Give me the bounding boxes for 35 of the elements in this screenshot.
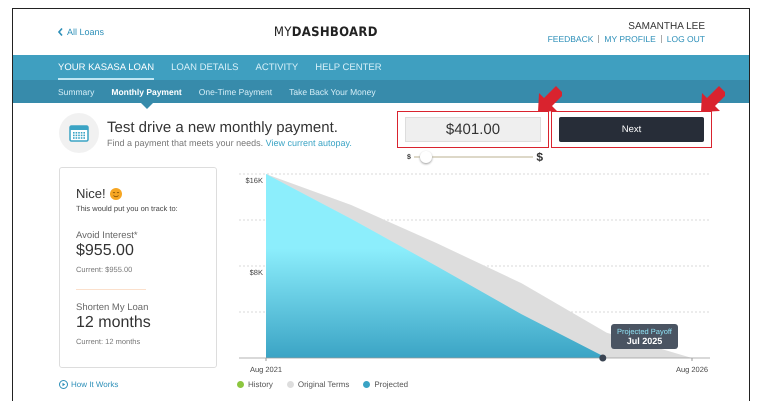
result-value: $955.00: [76, 242, 135, 260]
subnav-tab[interactable]: Take Back Your Money: [289, 80, 376, 103]
subnav-tab[interactable]: Summary: [58, 80, 94, 103]
subnav-tab[interactable]: One-Time Payment: [198, 80, 272, 103]
legend-item: Original Terms: [286, 380, 350, 389]
nav-tab[interactable]: ACTIVITY: [256, 55, 298, 80]
legend-item: History: [237, 380, 273, 389]
intro-title: Test drive a new monthly payment.: [107, 118, 339, 136]
header-link[interactable]: FEEDBACK: [548, 34, 594, 44]
intro-subtitle: Find a payment that meets your needs. View current autopay.: [107, 138, 352, 148]
tooltip-date: Jul 2025: [626, 336, 664, 346]
subnav-tab[interactable]: Monthly Payment: [111, 80, 182, 103]
slider-max-label: $: [536, 150, 543, 164]
user-name: SAMANTHA LEE: [628, 20, 705, 32]
how-it-works-link[interactable]: How It Works: [59, 380, 118, 389]
back-link[interactable]: All Loans: [58, 27, 104, 37]
logo: MYDASHBOARD: [274, 24, 378, 40]
smiley-icon: [110, 188, 122, 200]
play-icon: [59, 380, 68, 389]
header-link[interactable]: MY PROFILE: [604, 34, 656, 44]
nav-tab[interactable]: HELP CENTER: [315, 55, 382, 80]
chevron-left-icon: [58, 28, 63, 36]
legend-item: Projected: [363, 380, 408, 389]
payoff-point: [599, 354, 606, 362]
result-label: Shorten My Loan: [76, 302, 150, 313]
autopay-link[interactable]: View current autopay.: [266, 138, 352, 148]
amount-field[interactable]: $401.00: [405, 117, 541, 142]
nav-tab[interactable]: LOAN DETAILS: [171, 55, 238, 80]
next-button[interactable]: Next: [559, 117, 704, 142]
calendar-icon: [59, 113, 99, 153]
result-value: 12 months: [76, 314, 152, 332]
card-heading: Nice!: [76, 186, 106, 201]
result-label: Avoid Interest*: [76, 230, 139, 241]
slider-thumb[interactable]: [420, 151, 432, 163]
header-link[interactable]: LOG OUT: [666, 34, 705, 44]
